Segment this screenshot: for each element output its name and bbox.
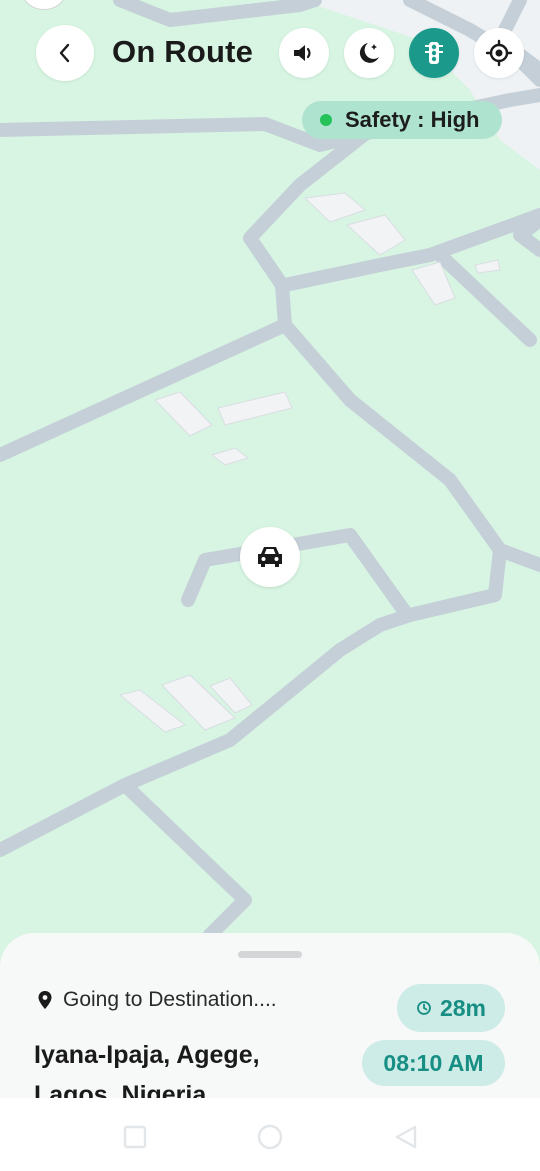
safety-label: Safety : High — [345, 107, 480, 132]
clock-icon — [417, 1001, 431, 1015]
eta-badge: 08:10 AM — [362, 1040, 505, 1086]
duration-badge: 28m — [397, 984, 505, 1032]
locate-button[interactable] — [474, 28, 524, 78]
going-to-row: Going to Destination.... — [37, 988, 277, 1012]
speaker-icon — [294, 45, 311, 61]
sheet-drag-handle[interactable] — [238, 951, 302, 958]
page-title: On Route — [112, 34, 254, 69]
going-label: Going to Destination.... — [63, 988, 277, 1011]
location-pin-icon — [38, 991, 52, 1009]
crosshair-icon — [485, 39, 513, 67]
moon-star-icon — [359, 43, 379, 63]
traffic-button[interactable] — [409, 28, 459, 78]
safety-badge: Safety : High — [302, 101, 502, 139]
home-icon[interactable] — [256, 1124, 284, 1152]
sound-button[interactable] — [279, 28, 329, 78]
chevron-left-icon — [59, 43, 70, 63]
car-icon — [258, 547, 282, 567]
eta-value: 08:10 AM — [383, 1049, 484, 1076]
traffic-light-icon — [425, 42, 443, 64]
recents-icon[interactable] — [122, 1124, 148, 1150]
night-mode-button[interactable] — [344, 28, 394, 78]
back-icon[interactable] — [393, 1124, 419, 1150]
duration-value: 28m — [439, 994, 487, 1021]
vehicle-marker[interactable] — [240, 527, 300, 587]
safety-status-dot — [320, 114, 332, 126]
back-button[interactable] — [36, 25, 94, 81]
